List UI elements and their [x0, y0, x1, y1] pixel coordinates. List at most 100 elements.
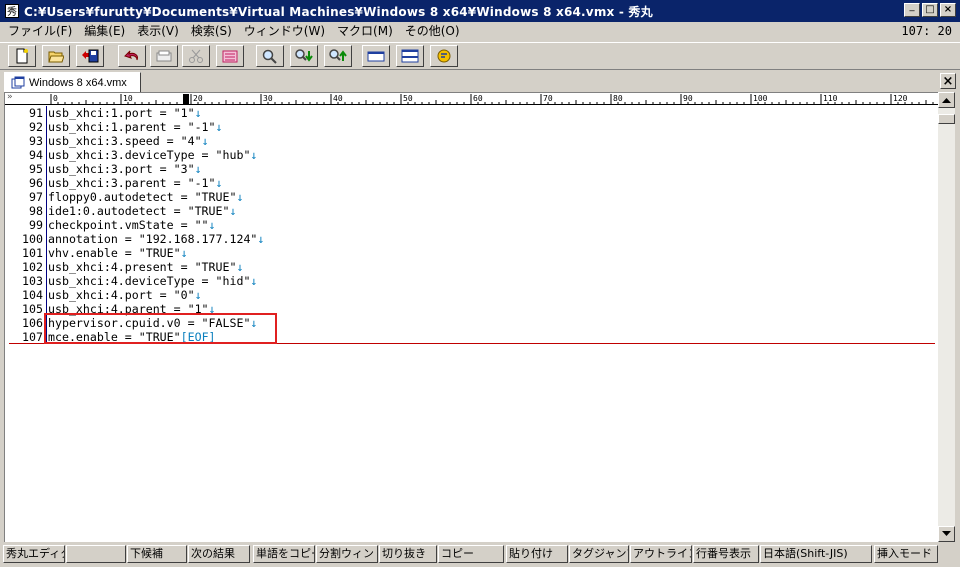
fkey-outline[interactable]: アウトライン解析 — [630, 545, 692, 563]
menu-edit[interactable]: 編集(E) — [78, 22, 131, 41]
find-previous-button[interactable] — [324, 45, 352, 67]
code-text: floppy0.autodetect = "TRUE" — [48, 190, 237, 204]
newline-marker-icon: ↓ — [194, 106, 202, 120]
fkey-empty[interactable] — [66, 545, 126, 563]
line-number: 104 — [22, 288, 43, 302]
paste-button[interactable] — [216, 45, 244, 67]
code-line[interactable]: 95 usb_xhci:3.port = "3"↓ — [5, 162, 938, 176]
find-button[interactable] — [256, 45, 284, 67]
code-line[interactable]: 97 floppy0.autodetect = "TRUE"↓ — [5, 190, 938, 204]
menu-macro[interactable]: マクロ(M) — [331, 22, 399, 41]
svg-text:90: 90 — [683, 94, 693, 103]
line-number: 92 — [29, 120, 43, 134]
function-key-bar: 秀丸エディタへ 下候補 次の結果 単語をコピー 分割ウィンドウ 切り抜き コピー… — [0, 544, 960, 564]
menu-search[interactable]: 検索(S) — [185, 22, 238, 41]
tab-windows-8-x64-vmx[interactable]: Windows 8 x64.vmx — [4, 72, 141, 92]
text-editor[interactable]: » 0 10 20 30 40 50 60 70 80 90 100 110 120 91 usb_xhc… — [4, 92, 938, 542]
code-text-wrap: checkpoint.vmState = ""↓ — [48, 218, 216, 232]
code-line[interactable]: 92 usb_xhci:1.parent = "-1"↓ — [5, 120, 938, 134]
maximize-icon: □ — [925, 4, 935, 15]
code-line[interactable]: 96 usb_xhci:3.parent = "-1"↓ — [5, 176, 938, 190]
code-line[interactable]: 91 usb_xhci:1.port = "1"↓ — [5, 106, 938, 120]
tag-jump-button[interactable] — [362, 45, 390, 67]
fkey-cut[interactable]: 切り抜き — [379, 545, 437, 563]
svg-text:30: 30 — [263, 94, 273, 103]
code-line[interactable]: 101 vhv.enable = "TRUE"↓ — [5, 246, 938, 260]
gutter-rule — [46, 274, 47, 288]
code-text: usb_xhci:3.speed = "4" — [48, 134, 202, 148]
svg-text:50: 50 — [403, 94, 413, 103]
code-line[interactable]: 99 checkpoint.vmState = ""↓ — [5, 218, 938, 232]
split-window-icon — [401, 49, 419, 63]
newline-marker-icon: ↓ — [194, 288, 202, 302]
code-text: usb_xhci:4.deviceType = "hid" — [48, 274, 251, 288]
fkey-hidemaru-editor[interactable]: 秀丸エディタへ — [3, 545, 65, 563]
code-line[interactable]: 104 usb_xhci:4.port = "0"↓ — [5, 288, 938, 302]
code-line[interactable]: 100 annotation = "192.168.177.124"↓ — [5, 232, 938, 246]
find-next-button[interactable] — [290, 45, 318, 67]
gutter-rule — [46, 288, 47, 302]
menu-file[interactable]: ファイル(F) — [0, 22, 78, 41]
fkey-line-numbers[interactable]: 行番号表示 — [693, 545, 759, 563]
line-number: 103 — [22, 274, 43, 288]
copy-toolbar-button[interactable] — [150, 45, 178, 67]
macro-button[interactable] — [430, 45, 458, 67]
copy-icon — [156, 50, 172, 62]
encoding-indicator[interactable]: 日本語(Shift-JIS) — [760, 545, 872, 563]
code-line[interactable]: 102 usb_xhci:4.present = "TRUE"↓ — [5, 260, 938, 274]
line-number: 97 — [29, 190, 43, 204]
svg-text:60: 60 — [473, 94, 483, 103]
scroll-down-button[interactable] — [938, 526, 955, 542]
newline-marker-icon: ↓ — [236, 190, 244, 204]
newline-marker-icon: ↓ — [215, 120, 223, 134]
undo-icon — [124, 50, 138, 61]
gutter-rule — [46, 246, 47, 260]
gutter-rule — [46, 190, 47, 204]
insert-mode-indicator[interactable]: 挿入モード — [874, 545, 938, 563]
scroll-thumb[interactable] — [938, 114, 955, 124]
code-line[interactable]: 103 usb_xhci:4.deviceType = "hid"↓ — [5, 274, 938, 288]
menu-other[interactable]: その他(O) — [399, 22, 466, 41]
close-button[interactable]: × — [940, 3, 956, 17]
split-window-button[interactable] — [396, 45, 424, 67]
code-text-wrap: usb_xhci:4.port = "0"↓ — [48, 288, 202, 302]
save-icon — [82, 49, 99, 63]
hidemaru-app-icon[interactable]: 秀 — [4, 3, 20, 19]
gutter-rule — [46, 204, 47, 218]
title-bar[interactable]: 秀 C:¥Users¥furutty¥Documents¥Virtual Mac… — [0, 0, 960, 22]
newline-marker-icon: ↓ — [180, 246, 188, 260]
cut-button[interactable] — [182, 45, 210, 67]
menu-view[interactable]: 表示(V) — [131, 22, 185, 41]
gutter-rule — [46, 106, 47, 120]
scroll-up-button[interactable] — [938, 92, 955, 108]
code-text: ide1:0.autodetect = "TRUE" — [48, 204, 230, 218]
code-line[interactable]: 93 usb_xhci:3.speed = "4"↓ — [5, 134, 938, 148]
fkey-next-result[interactable]: 次の結果 — [188, 545, 250, 563]
code-line[interactable]: 98 ide1:0.autodetect = "TRUE"↓ — [5, 204, 938, 218]
code-line[interactable]: 94 usb_xhci:3.deviceType = "hub"↓ — [5, 148, 938, 162]
close-tab-button[interactable]: × — [940, 73, 956, 89]
newline-marker-icon: ↓ — [257, 232, 265, 246]
search-up-icon — [329, 49, 347, 61]
vertical-scrollbar[interactable] — [938, 92, 955, 542]
minimize-button[interactable]: _ — [904, 2, 920, 17]
undo-button[interactable] — [118, 45, 146, 67]
fkey-tag-jump[interactable]: タグジャンプ — [569, 545, 629, 563]
search-down-icon — [295, 49, 313, 62]
ruler-ticks: 0 10 20 30 40 50 60 70 80 90 100 110 120 — [50, 94, 934, 105]
svg-text:100: 100 — [753, 94, 768, 103]
open-file-button[interactable] — [42, 45, 70, 67]
fkey-copy-word[interactable]: 単語をコピー — [253, 545, 315, 563]
line-number: 93 — [29, 134, 43, 148]
save-file-button[interactable] — [76, 45, 104, 67]
fkey-split-window[interactable]: 分割ウィンドウ — [316, 545, 378, 563]
code-text-wrap: usb_xhci:4.deviceType = "hid"↓ — [48, 274, 257, 288]
maximize-button[interactable]: □ — [922, 3, 938, 17]
ruler-cursor-marker — [183, 94, 189, 104]
fkey-paste[interactable]: 貼り付け — [506, 545, 568, 563]
menu-window[interactable]: ウィンドウ(W) — [238, 22, 331, 41]
fkey-copy[interactable]: コピー — [438, 545, 504, 563]
new-file-button[interactable] — [8, 45, 36, 67]
svg-text:20: 20 — [193, 94, 203, 103]
fkey-next-candidate[interactable]: 下候補 — [127, 545, 187, 563]
